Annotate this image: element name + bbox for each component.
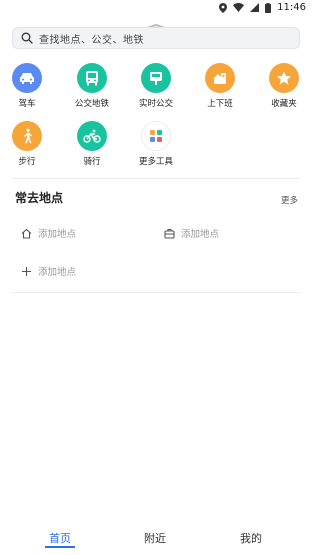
divider [12,178,300,179]
battery-icon [265,2,272,13]
tool-label: 收藏夹 [271,99,297,109]
bottom-nav: 首页 附近 我的 [0,522,312,555]
nav-home[interactable]: 首页 [35,530,85,546]
bus-icon [77,63,107,93]
location-icon [219,2,228,13]
signal-icon [250,3,260,12]
tool-label: 实时公交 [138,99,173,109]
car-icon [12,63,42,93]
tool-bike[interactable]: 骑行 [62,121,122,167]
tool-transit[interactable]: 公交地铁 [62,63,122,109]
nav-active-indicator [45,546,75,548]
add-home-place[interactable]: 添加地点 [21,226,76,240]
tool-label: 上下班 [207,99,233,109]
bike-icon [77,121,107,151]
search-placeholder: 查找地点、公交、地铁 [39,34,144,46]
tool-label: 骑行 [83,157,101,167]
sheet-drag-handle[interactable] [145,16,167,30]
map-home-screen: 11:46 查找地点、公交、地铁 驾车 公交地铁 实时公交 上下班 收藏夹 步行… [0,0,312,555]
tool-walk[interactable]: 步行 [0,121,57,167]
clock-time: 11:46 [277,2,306,13]
divider [12,292,300,293]
nav-nearby[interactable]: 附近 [130,530,180,546]
tool-label: 步行 [18,157,36,167]
commute-icon [205,63,235,93]
walk-icon [12,121,42,151]
tool-more[interactable]: 更多工具 [126,121,186,167]
add-place-button[interactable]: 添加地点 [21,264,76,278]
tool-favorites[interactable]: 收藏夹 [254,63,314,109]
briefcase-icon [164,228,175,239]
tool-label: 更多工具 [138,157,173,167]
section-title: 常去地点 [15,191,64,205]
tool-label: 驾车 [18,99,36,109]
search-input[interactable]: 查找地点、公交、地铁 [12,27,300,49]
plus-icon [22,266,31,276]
tool-drive[interactable]: 驾车 [0,63,57,109]
grid-icon [141,121,171,151]
realtime-bus-icon [141,63,171,93]
place-label: 添加地点 [38,267,77,278]
place-label: 添加地点 [38,229,77,240]
place-label: 添加地点 [181,229,220,240]
tool-label: 公交地铁 [74,99,109,109]
add-work-place[interactable]: 添加地点 [164,226,219,240]
status-bar: 11:46 [0,0,312,15]
home-icon [21,228,32,239]
star-icon [269,63,299,93]
tool-commute[interactable]: 上下班 [190,63,250,109]
search-icon [21,32,33,44]
nav-mine[interactable]: 我的 [226,530,276,546]
more-link[interactable]: 更多 [281,194,298,206]
wifi-icon [233,3,245,12]
tool-realtime-bus[interactable]: 实时公交 [126,63,186,109]
